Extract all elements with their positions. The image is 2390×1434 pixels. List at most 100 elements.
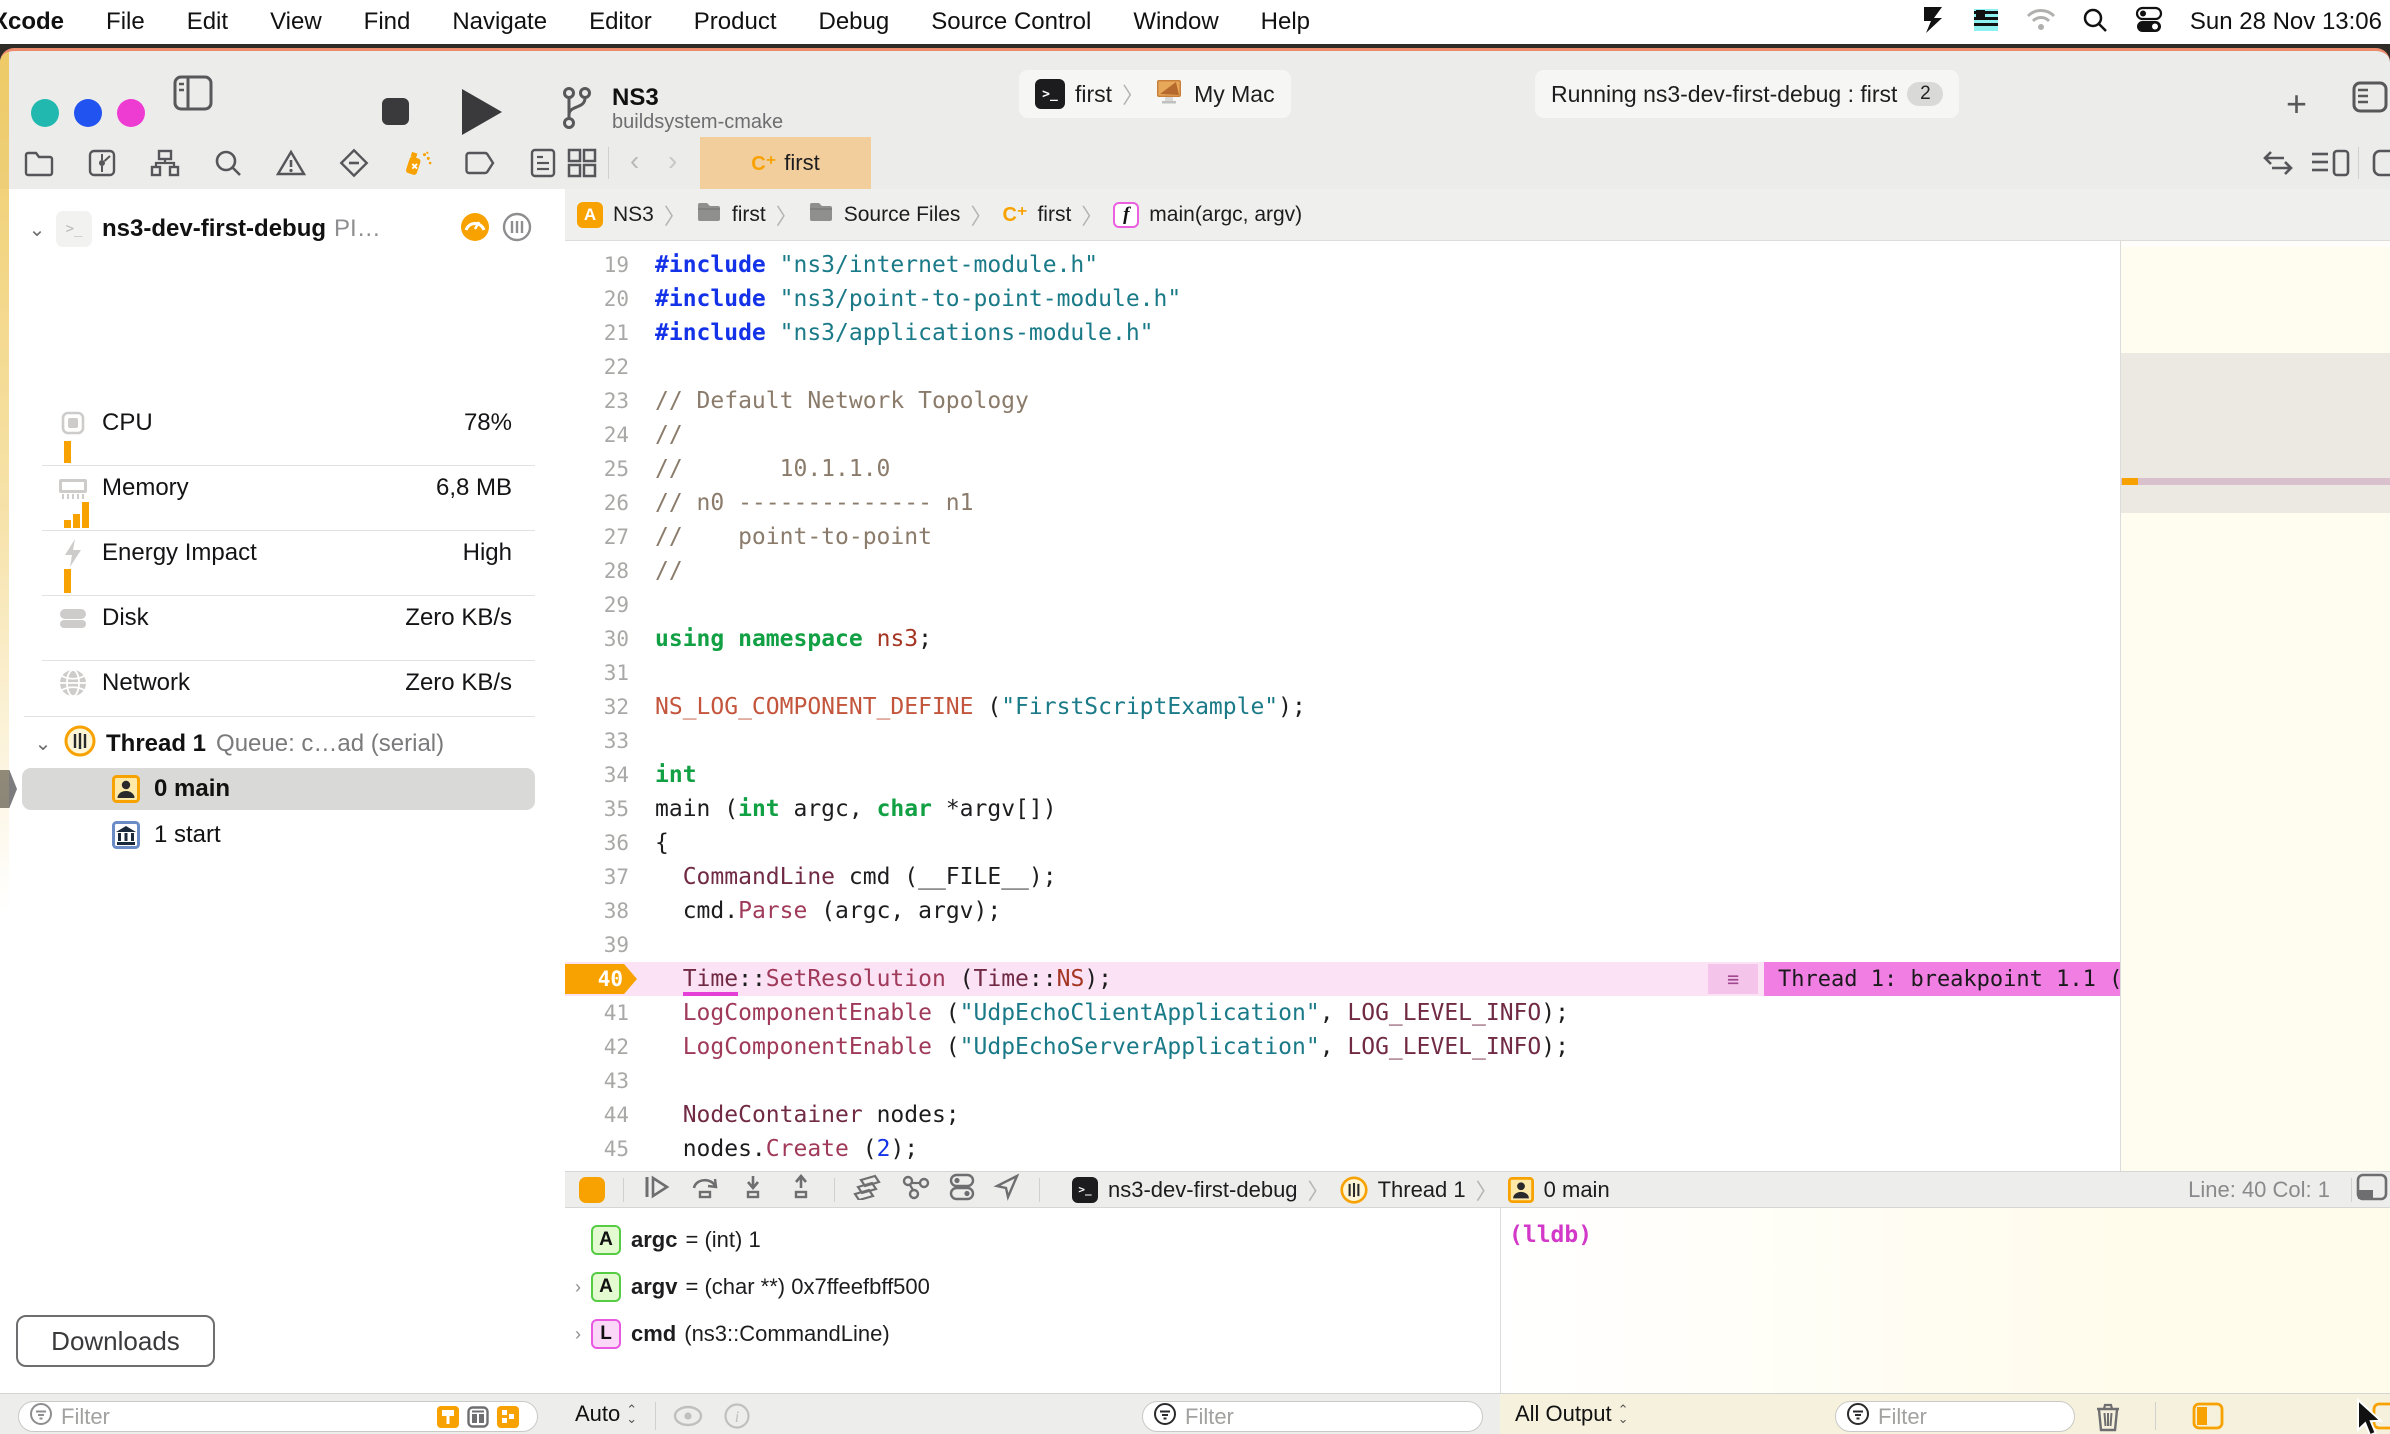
continue-icon[interactable] bbox=[642, 1174, 672, 1205]
quicklook-eye-icon[interactable] bbox=[672, 1403, 704, 1434]
app-logo-icon[interactable] bbox=[1920, 5, 1946, 40]
breadcrumb-group[interactable]: first bbox=[732, 203, 766, 227]
code-line-45[interactable]: 45 nodes.Create (2); bbox=[565, 1132, 2120, 1166]
menu-find[interactable]: Find bbox=[343, 8, 432, 36]
code-line-24[interactable]: 24 // bbox=[565, 418, 2120, 452]
disclosure-chevron-icon[interactable]: ⌄ bbox=[24, 217, 50, 242]
breakpoint-marker[interactable]: 40 bbox=[565, 964, 637, 994]
debug-crumb-label[interactable]: ns3-dev-first-debug bbox=[1108, 1177, 1298, 1203]
menu-clock[interactable]: Sun 28 Nov 13:06 bbox=[2190, 8, 2382, 36]
metric-row-energy-impact[interactable]: Energy Impact High bbox=[0, 531, 565, 575]
tab-overview-icon[interactable] bbox=[567, 148, 597, 183]
breadcrumb-file[interactable]: first bbox=[1037, 203, 1071, 227]
scheme-selector[interactable]: >_ first 〉 My Mac bbox=[1019, 70, 1291, 118]
variable-row-argc[interactable]: Aargc = (int) 1 bbox=[565, 1220, 761, 1260]
project-icon[interactable] bbox=[24, 148, 54, 178]
debug-area-layout-icon[interactable] bbox=[2356, 1173, 2388, 1206]
code-line-28[interactable]: 28 // bbox=[565, 554, 2120, 588]
menu-file[interactable]: File bbox=[85, 8, 166, 36]
variable-row-cmd[interactable]: › Lcmd (ns3::CommandLine) bbox=[565, 1314, 890, 1354]
menu-source-control[interactable]: Source Control bbox=[910, 8, 1112, 36]
menu-debug[interactable]: Debug bbox=[798, 8, 911, 36]
report-icon[interactable] bbox=[528, 148, 558, 178]
code-line-39[interactable]: 39 bbox=[565, 928, 2120, 962]
gauge-badge-icon[interactable] bbox=[460, 212, 490, 247]
menu-help[interactable]: Help bbox=[1240, 8, 1331, 36]
run-target[interactable]: first bbox=[1075, 81, 1112, 108]
debug-crumb-label[interactable]: 0 main bbox=[1544, 1177, 1610, 1203]
console-view[interactable]: (lldb) bbox=[1500, 1208, 2390, 1393]
flag-filter-icon[interactable] bbox=[437, 1405, 459, 1428]
code-line-26[interactable]: 26 // n0 -------------- n1 bbox=[565, 486, 2120, 520]
metric-row-disk[interactable]: Disk Zero KB/s bbox=[0, 596, 565, 640]
output-scope-popup[interactable]: All Output ⌃ ⌄ bbox=[1515, 1401, 1629, 1427]
adjust-editor-icon[interactable] bbox=[2310, 149, 2350, 182]
breakpoint-icon[interactable] bbox=[465, 148, 495, 178]
environment-overrides-icon[interactable] bbox=[949, 1173, 975, 1206]
debug-crumb-label[interactable]: Thread 1 bbox=[1378, 1177, 1466, 1203]
code-line-41[interactable]: 41 LogComponentEnable ("UdpEchoClientApp… bbox=[565, 996, 2120, 1030]
add-editor-icon[interactable] bbox=[2372, 149, 2390, 182]
variables-scope-popup[interactable]: Auto ⌃ ⌄ bbox=[575, 1401, 637, 1427]
breakpoints-toggle-icon[interactable] bbox=[579, 1176, 605, 1203]
code-line-35[interactable]: 35 main (int argc, char *argv[]) bbox=[565, 792, 2120, 826]
code-line-38[interactable]: 38 cmd.Parse (argc, argv); bbox=[565, 894, 2120, 928]
code-line-30[interactable]: 30 using namespace ns3; bbox=[565, 622, 2120, 656]
console-filter-input[interactable]: Filter bbox=[1835, 1401, 2075, 1432]
activity-view[interactable]: Running ns3-dev-first-debug : first 2 bbox=[1535, 70, 1960, 118]
breadcrumb-project[interactable]: NS3 bbox=[613, 203, 654, 227]
downloads-button[interactable]: Downloads bbox=[16, 1315, 215, 1367]
variables-pane-toggle-icon[interactable] bbox=[2192, 1402, 2224, 1434]
navigator-filter-input[interactable]: Filter bbox=[18, 1401, 538, 1432]
issue-count-badge[interactable]: 2 bbox=[1907, 82, 1944, 106]
variables-filter-input[interactable]: Filter bbox=[1142, 1401, 1483, 1432]
menu-editor[interactable]: Editor bbox=[568, 8, 673, 36]
close-button[interactable] bbox=[31, 99, 59, 127]
code-line-33[interactable]: 33 bbox=[565, 724, 2120, 758]
variables-view[interactable]: Aargc = (int) 1 › Aargv = (char **) 0x7ffeef… bbox=[565, 1208, 1500, 1393]
code-line-21[interactable]: 21 #include "ns3/applications-module.h" bbox=[565, 316, 2120, 350]
editor-layout-icon[interactable] bbox=[2352, 81, 2388, 118]
simulate-location-icon[interactable] bbox=[993, 1173, 1021, 1206]
zoom-button[interactable] bbox=[117, 99, 145, 127]
code-line-34[interactable]: 34 int bbox=[565, 758, 2120, 792]
issue-icon[interactable] bbox=[276, 148, 306, 178]
source-control-icon[interactable] bbox=[87, 148, 117, 178]
metric-row-network[interactable]: Network Zero KB/s bbox=[0, 661, 565, 705]
run-destination[interactable]: My Mac bbox=[1194, 81, 1275, 108]
menu-xcode[interactable]: Xcode bbox=[0, 8, 85, 36]
debug-icon[interactable] bbox=[402, 148, 432, 178]
run-button[interactable] bbox=[462, 89, 502, 135]
memory-graph-icon[interactable] bbox=[901, 1174, 931, 1205]
view-debugger-icon[interactable] bbox=[853, 1174, 883, 1205]
step-into-icon[interactable] bbox=[738, 1174, 768, 1205]
view-mode-icon[interactable] bbox=[502, 212, 532, 247]
disclosure-chevron-icon[interactable]: ⌄ bbox=[30, 731, 56, 756]
code-line-22[interactable]: 22 bbox=[565, 350, 2120, 384]
menu-navigate[interactable]: Navigate bbox=[431, 8, 568, 36]
code-line-23[interactable]: 23 // Default Network Topology bbox=[565, 384, 2120, 418]
breadcrumb-sources[interactable]: Source Files bbox=[844, 203, 961, 227]
stack-filter-icon[interactable] bbox=[467, 1405, 489, 1428]
frame-row-0-main[interactable]: 0 main bbox=[0, 767, 565, 811]
step-over-icon[interactable] bbox=[690, 1174, 720, 1205]
info-icon[interactable]: i bbox=[724, 1403, 750, 1434]
spotlight-icon[interactable] bbox=[2082, 7, 2108, 38]
sidebar-toggle-icon[interactable] bbox=[173, 75, 213, 111]
input-source-icon[interactable] bbox=[1972, 6, 2000, 39]
code-line-20[interactable]: 20 #include "ns3/point-to-point-module.h" bbox=[565, 282, 2120, 316]
search-icon[interactable] bbox=[213, 148, 243, 178]
code-review-icon[interactable] bbox=[2262, 150, 2294, 181]
menu-edit[interactable]: Edit bbox=[166, 8, 249, 36]
variable-row-argv[interactable]: › Aargv = (char **) 0x7ffeefbff500 bbox=[565, 1267, 930, 1307]
metric-row-cpu[interactable]: CPU 78% bbox=[0, 401, 565, 445]
control-center-icon[interactable] bbox=[2134, 5, 2164, 40]
menu-view[interactable]: View bbox=[249, 8, 343, 36]
minimap-viewport[interactable] bbox=[2121, 353, 2390, 513]
code-line-32[interactable]: 32 NS_LOG_COMPONENT_DEFINE ("FirstScriptE… bbox=[565, 690, 2120, 724]
test-icon[interactable] bbox=[339, 148, 369, 178]
code-line-44[interactable]: 44 NodeContainer nodes; bbox=[565, 1098, 2120, 1132]
breakpoint-flag[interactable]: Thread 1: breakpoint 1.1 (1) bbox=[1764, 962, 2120, 996]
code-line-25[interactable]: 25 // 10.1.1.0 bbox=[565, 452, 2120, 486]
breadcrumb-symbol[interactable]: main(argc, argv) bbox=[1149, 203, 1302, 227]
